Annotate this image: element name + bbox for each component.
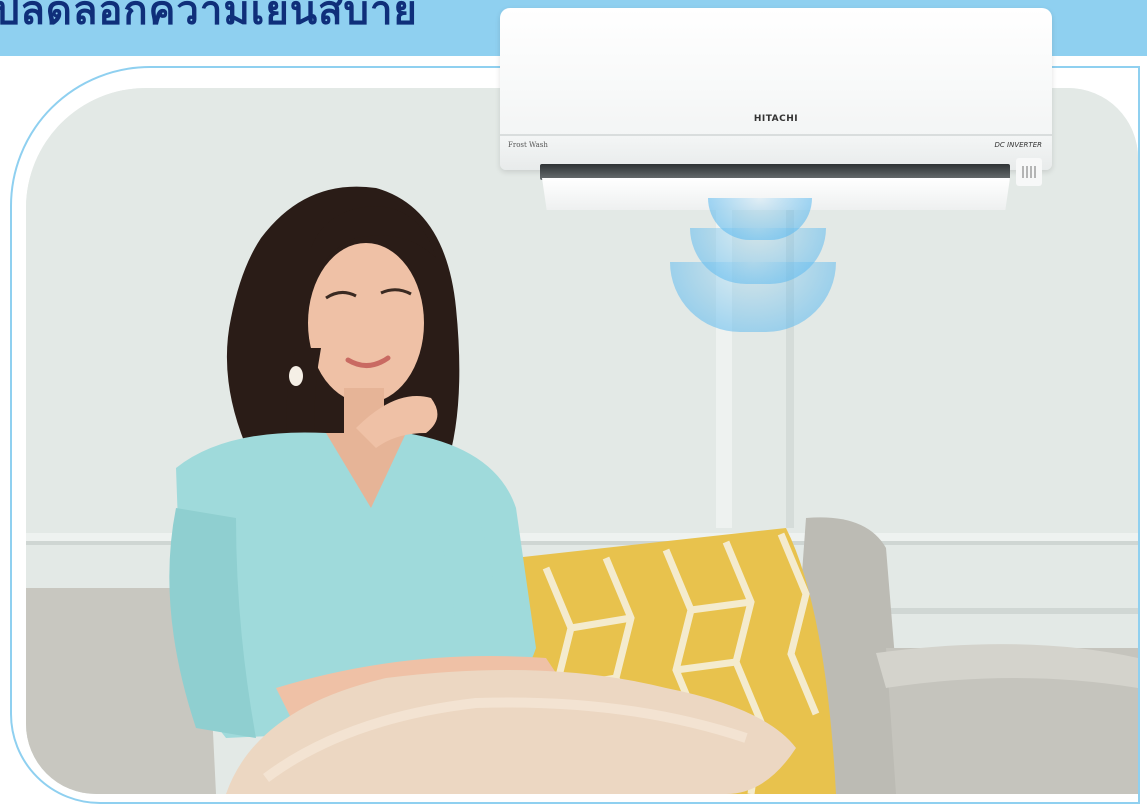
ac-brand-label: HITACHI <box>753 114 799 124</box>
ac-body <box>500 8 1052 170</box>
ac-inverter-label: DC INVERTER <box>994 141 1042 149</box>
ac-display-panel <box>1016 158 1042 186</box>
ac-air-outlet <box>540 164 1010 180</box>
headline-text: ปลดล็อกความเย็นสบาย <box>0 0 418 34</box>
ac-divider <box>500 134 1052 136</box>
ac-frost-wash-label: Frost Wash <box>508 141 548 149</box>
air-conditioner: HITACHI Frost Wash DC INVERTER <box>500 8 1052 210</box>
